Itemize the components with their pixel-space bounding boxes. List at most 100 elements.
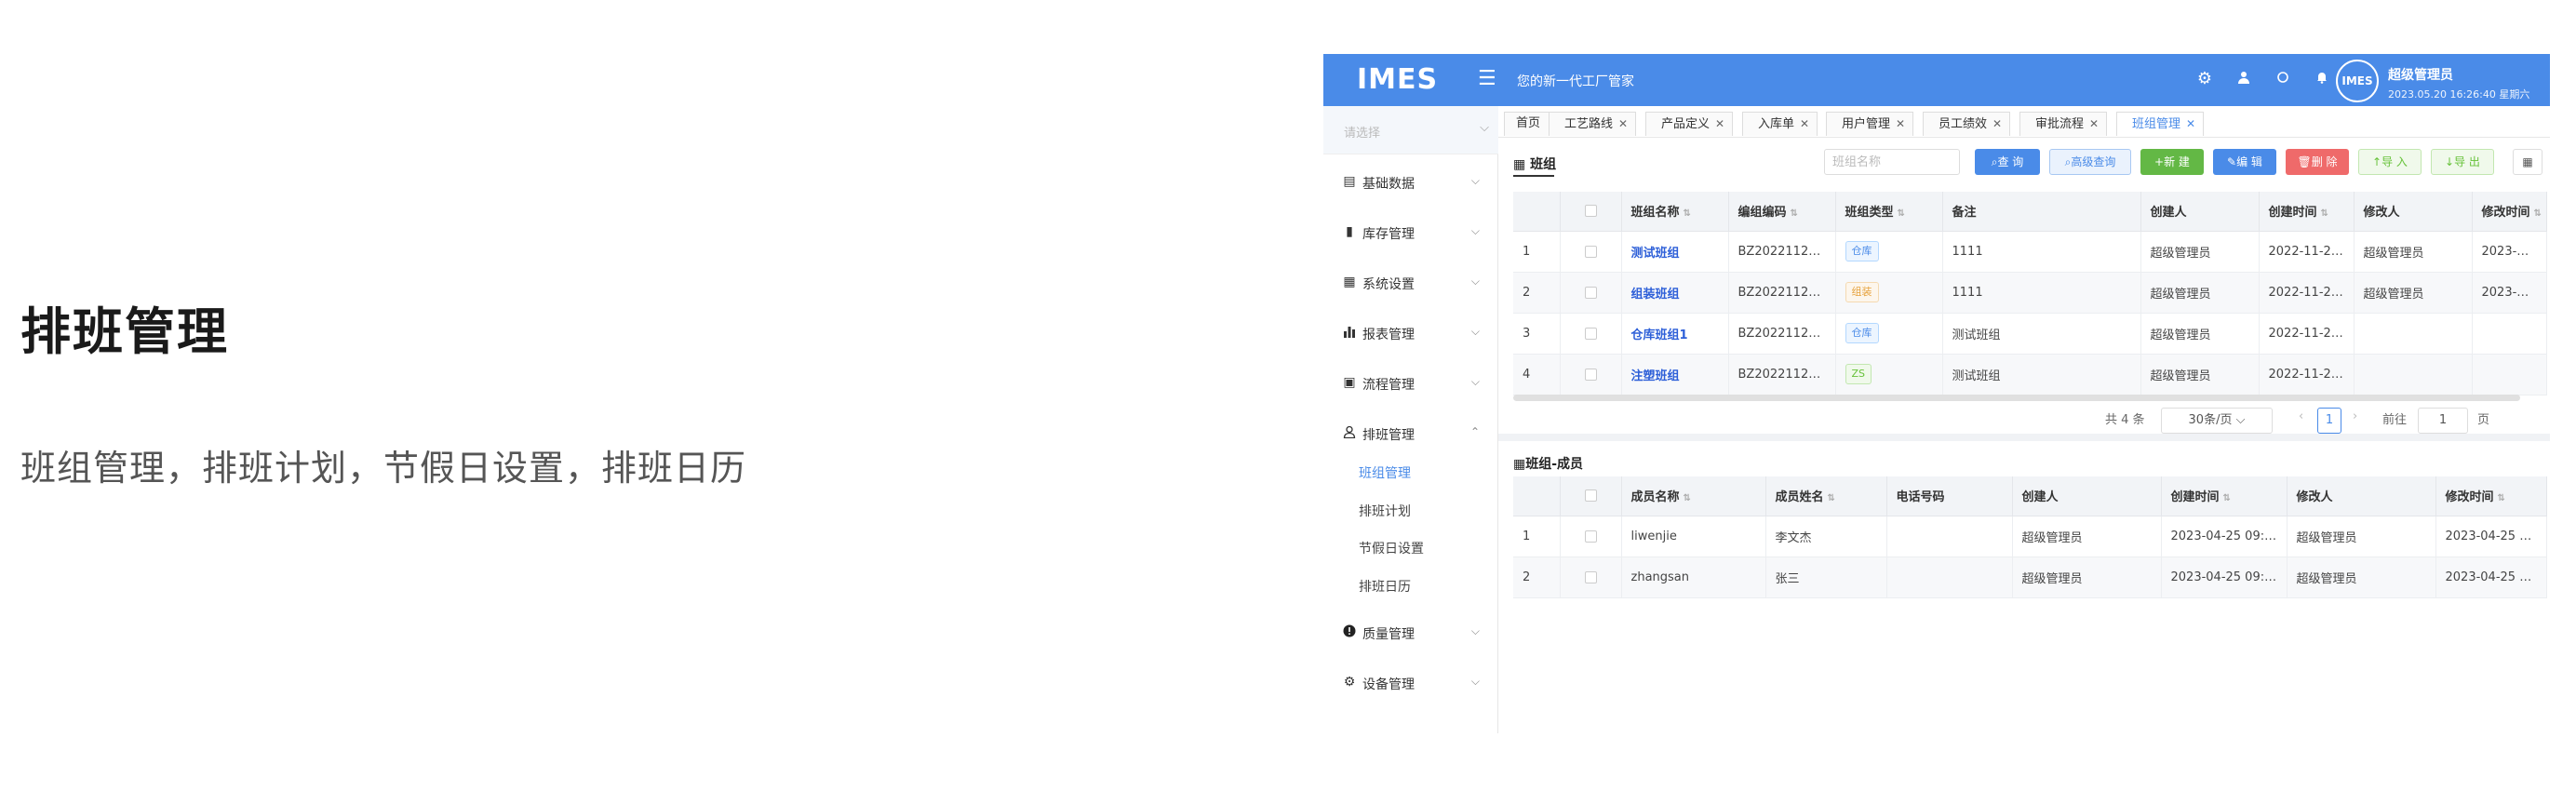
header-creator: 创建人 — [2012, 476, 2162, 516]
header-select-all[interactable] — [1560, 192, 1622, 232]
table-row[interactable]: 3 仓库班组1 BZ20221126... 仓库 测试班组 超级管理员 2022… — [1513, 313, 2547, 355]
hamburger-menu-icon[interactable]: ☰ — [1478, 67, 1496, 90]
avatar[interactable]: IMES — [2336, 60, 2379, 102]
sort-icon[interactable]: ⇅ — [2321, 208, 2328, 219]
page-size-select[interactable]: 30条/页 ⌵ — [2161, 408, 2273, 434]
checkbox[interactable] — [1584, 327, 1597, 340]
plus-icon: + — [2154, 155, 2165, 168]
checkbox[interactable] — [1584, 530, 1597, 543]
checkbox[interactable] — [1584, 245, 1597, 258]
delete-button[interactable]: 🗑删 除 — [2286, 149, 2349, 175]
checkbox[interactable] — [1584, 489, 1597, 503]
row-select[interactable] — [1560, 516, 1622, 557]
sidebar-item-inventory[interactable]: ▮ 库存管理 ⌵ — [1323, 214, 1498, 251]
column-settings-icon[interactable]: ▦ — [2513, 149, 2542, 175]
sidebar-item-quality[interactable]: 质量管理 ⌵ — [1323, 614, 1498, 651]
row-select[interactable] — [1560, 313, 1622, 355]
tab-inbound-order[interactable]: 入库单 ✕ — [1742, 112, 1818, 136]
tab-home[interactable]: 首页 — [1504, 112, 1553, 136]
header-member-username[interactable]: 成员名称 ⇅ — [1621, 476, 1766, 516]
user-name[interactable]: 超级管理员 — [2388, 65, 2453, 84]
sidebar-subitem-holiday-settings[interactable]: 节假日设置 — [1359, 539, 1424, 557]
sort-icon[interactable]: ⇅ — [1684, 493, 1691, 503]
checkbox[interactable] — [1584, 570, 1597, 583]
query-button[interactable]: ⌕查 询 — [1975, 149, 2040, 175]
tab-approval-flow[interactable]: 审批流程 ✕ — [2019, 112, 2108, 136]
sidebar-item-reports[interactable]: 报表管理 ⌵ — [1323, 315, 1498, 352]
tab-process-route[interactable]: 工艺路线 ✕ — [1549, 112, 1637, 136]
sidebar-item-scheduling[interactable]: 排班管理 ⌃ — [1323, 415, 1498, 452]
close-icon[interactable]: ✕ — [1715, 117, 1724, 130]
phone — [1886, 556, 2013, 598]
tab-product-definition[interactable]: 产品定义 ✕ — [1645, 112, 1734, 136]
tab-team-management[interactable]: 班组管理 ✕ — [2116, 112, 2205, 136]
gear-icon[interactable]: ⚙ — [2194, 69, 2215, 88]
checkbox[interactable] — [1584, 286, 1597, 299]
team-name-search-input[interactable] — [1824, 149, 1960, 175]
header-select-all[interactable] — [1560, 476, 1622, 516]
close-icon[interactable]: ✕ — [1618, 117, 1628, 130]
power-icon[interactable] — [2273, 69, 2293, 88]
close-icon[interactable]: ✕ — [1992, 117, 2002, 130]
export-button[interactable]: ↓导 出 — [2431, 149, 2494, 175]
sort-icon[interactable]: ⇅ — [2223, 493, 2231, 503]
header-member-name[interactable]: 成员姓名 ⇅ — [1765, 476, 1887, 516]
tab-user-management[interactable]: 用户管理 ✕ — [1826, 112, 1914, 136]
sort-icon[interactable]: ⇅ — [2534, 208, 2542, 219]
user-icon[interactable] — [2234, 69, 2254, 88]
checkbox[interactable] — [1584, 205, 1597, 218]
checkbox[interactable] — [1584, 368, 1597, 381]
sidebar-select[interactable]: 请选择 ⌵ — [1323, 106, 1498, 154]
prev-page-icon[interactable]: ‹ — [2299, 409, 2303, 423]
close-icon[interactable]: ✕ — [2186, 117, 2195, 130]
edit-button[interactable]: ✎编 辑 — [2213, 149, 2276, 175]
header-label: 班组名称 — [1630, 206, 1680, 221]
sidebar-subitem-schedule-plan[interactable]: 排班计划 — [1359, 502, 1411, 520]
sidebar-subitem-team-management[interactable]: 班组管理 — [1359, 463, 1411, 482]
header-team-name[interactable]: 班组名称 ⇅ — [1621, 192, 1729, 232]
sidebar-item-equipment[interactable]: ⚙ 设备管理 ⌵ — [1323, 664, 1498, 702]
chevron-down-icon: ⌵ — [2235, 413, 2246, 427]
sort-icon[interactable]: ⇅ — [1791, 208, 1798, 219]
header-modified-time[interactable]: 修改时间 ⇅ — [2472, 192, 2547, 232]
row-select[interactable] — [1560, 556, 1622, 598]
table-row[interactable]: 1 liwenjie 李文杰 超级管理员 2023-04-25 09:5... … — [1513, 516, 2547, 557]
import-button[interactable]: ↑导 入 — [2358, 149, 2422, 175]
header-created-time[interactable]: 创建时间 ⇅ — [2161, 476, 2288, 516]
close-icon[interactable]: ✕ — [2089, 117, 2099, 130]
new-button[interactable]: +新 建 — [2140, 149, 2204, 175]
row-select[interactable] — [1560, 354, 1622, 396]
team-name-link[interactable]: 注塑班组 — [1631, 369, 1680, 383]
header-created-time[interactable]: 创建时间 ⇅ — [2259, 192, 2355, 232]
sort-icon[interactable]: ⇅ — [1684, 208, 1691, 219]
sidebar-item-basic-data[interactable]: ▤ 基础数据 ⌵ — [1323, 164, 1498, 201]
sidebar-subitem-schedule-calendar[interactable]: 排班日历 — [1359, 577, 1411, 596]
team-name-link[interactable]: 测试班组 — [1631, 247, 1680, 261]
team-name-link[interactable]: 组装班组 — [1631, 288, 1680, 302]
horizontal-scrollbar[interactable] — [1513, 395, 2520, 401]
table-row[interactable]: 2 zhangsan 张三 超级管理员 2023-04-25 09:5... 超… — [1513, 556, 2547, 598]
table-row[interactable]: 4 注塑班组 BZ20221126... ZS 测试班组 超级管理员 2022-… — [1513, 354, 2547, 396]
header-team-code[interactable]: 编组编码 ⇅ — [1728, 192, 1836, 232]
sidebar-item-system-settings[interactable]: ▦ 系统设置 ⌵ — [1323, 264, 1498, 302]
header-modified-time[interactable]: 修改时间 ⇅ — [2435, 476, 2547, 516]
table-row[interactable]: 1 测试班组 BZ20221127... 仓库 1111 超级管理员 2022-… — [1513, 231, 2547, 273]
sidebar-item-process[interactable]: ▣ 流程管理 ⌵ — [1323, 365, 1498, 402]
tab-employee-performance[interactable]: 员工绩效 ✕ — [1923, 112, 2011, 136]
row-select[interactable] — [1560, 272, 1622, 314]
row-select[interactable] — [1560, 231, 1622, 273]
close-icon[interactable]: ✕ — [1896, 117, 1905, 130]
team-name-link[interactable]: 仓库班组1 — [1631, 328, 1688, 342]
goto-page-input[interactable]: 1 — [2418, 408, 2468, 434]
modifier — [2354, 313, 2473, 355]
next-page-icon[interactable]: › — [2353, 409, 2357, 423]
page-number-current[interactable]: 1 — [2317, 408, 2341, 434]
advanced-query-button[interactable]: ⌕高级查询 — [2049, 149, 2131, 175]
close-icon[interactable]: ✕ — [1800, 117, 1809, 130]
sort-icon[interactable]: ⇅ — [1898, 208, 1905, 219]
header-team-type[interactable]: 班组类型 ⇅ — [1835, 192, 1943, 232]
sort-icon[interactable]: ⇅ — [1828, 493, 1835, 503]
sort-icon[interactable]: ⇅ — [2498, 493, 2505, 503]
bell-icon[interactable] — [2312, 69, 2332, 88]
table-row[interactable]: 2 组装班组 BZ20221127... 组装 1111 超级管理员 2022-… — [1513, 272, 2547, 314]
